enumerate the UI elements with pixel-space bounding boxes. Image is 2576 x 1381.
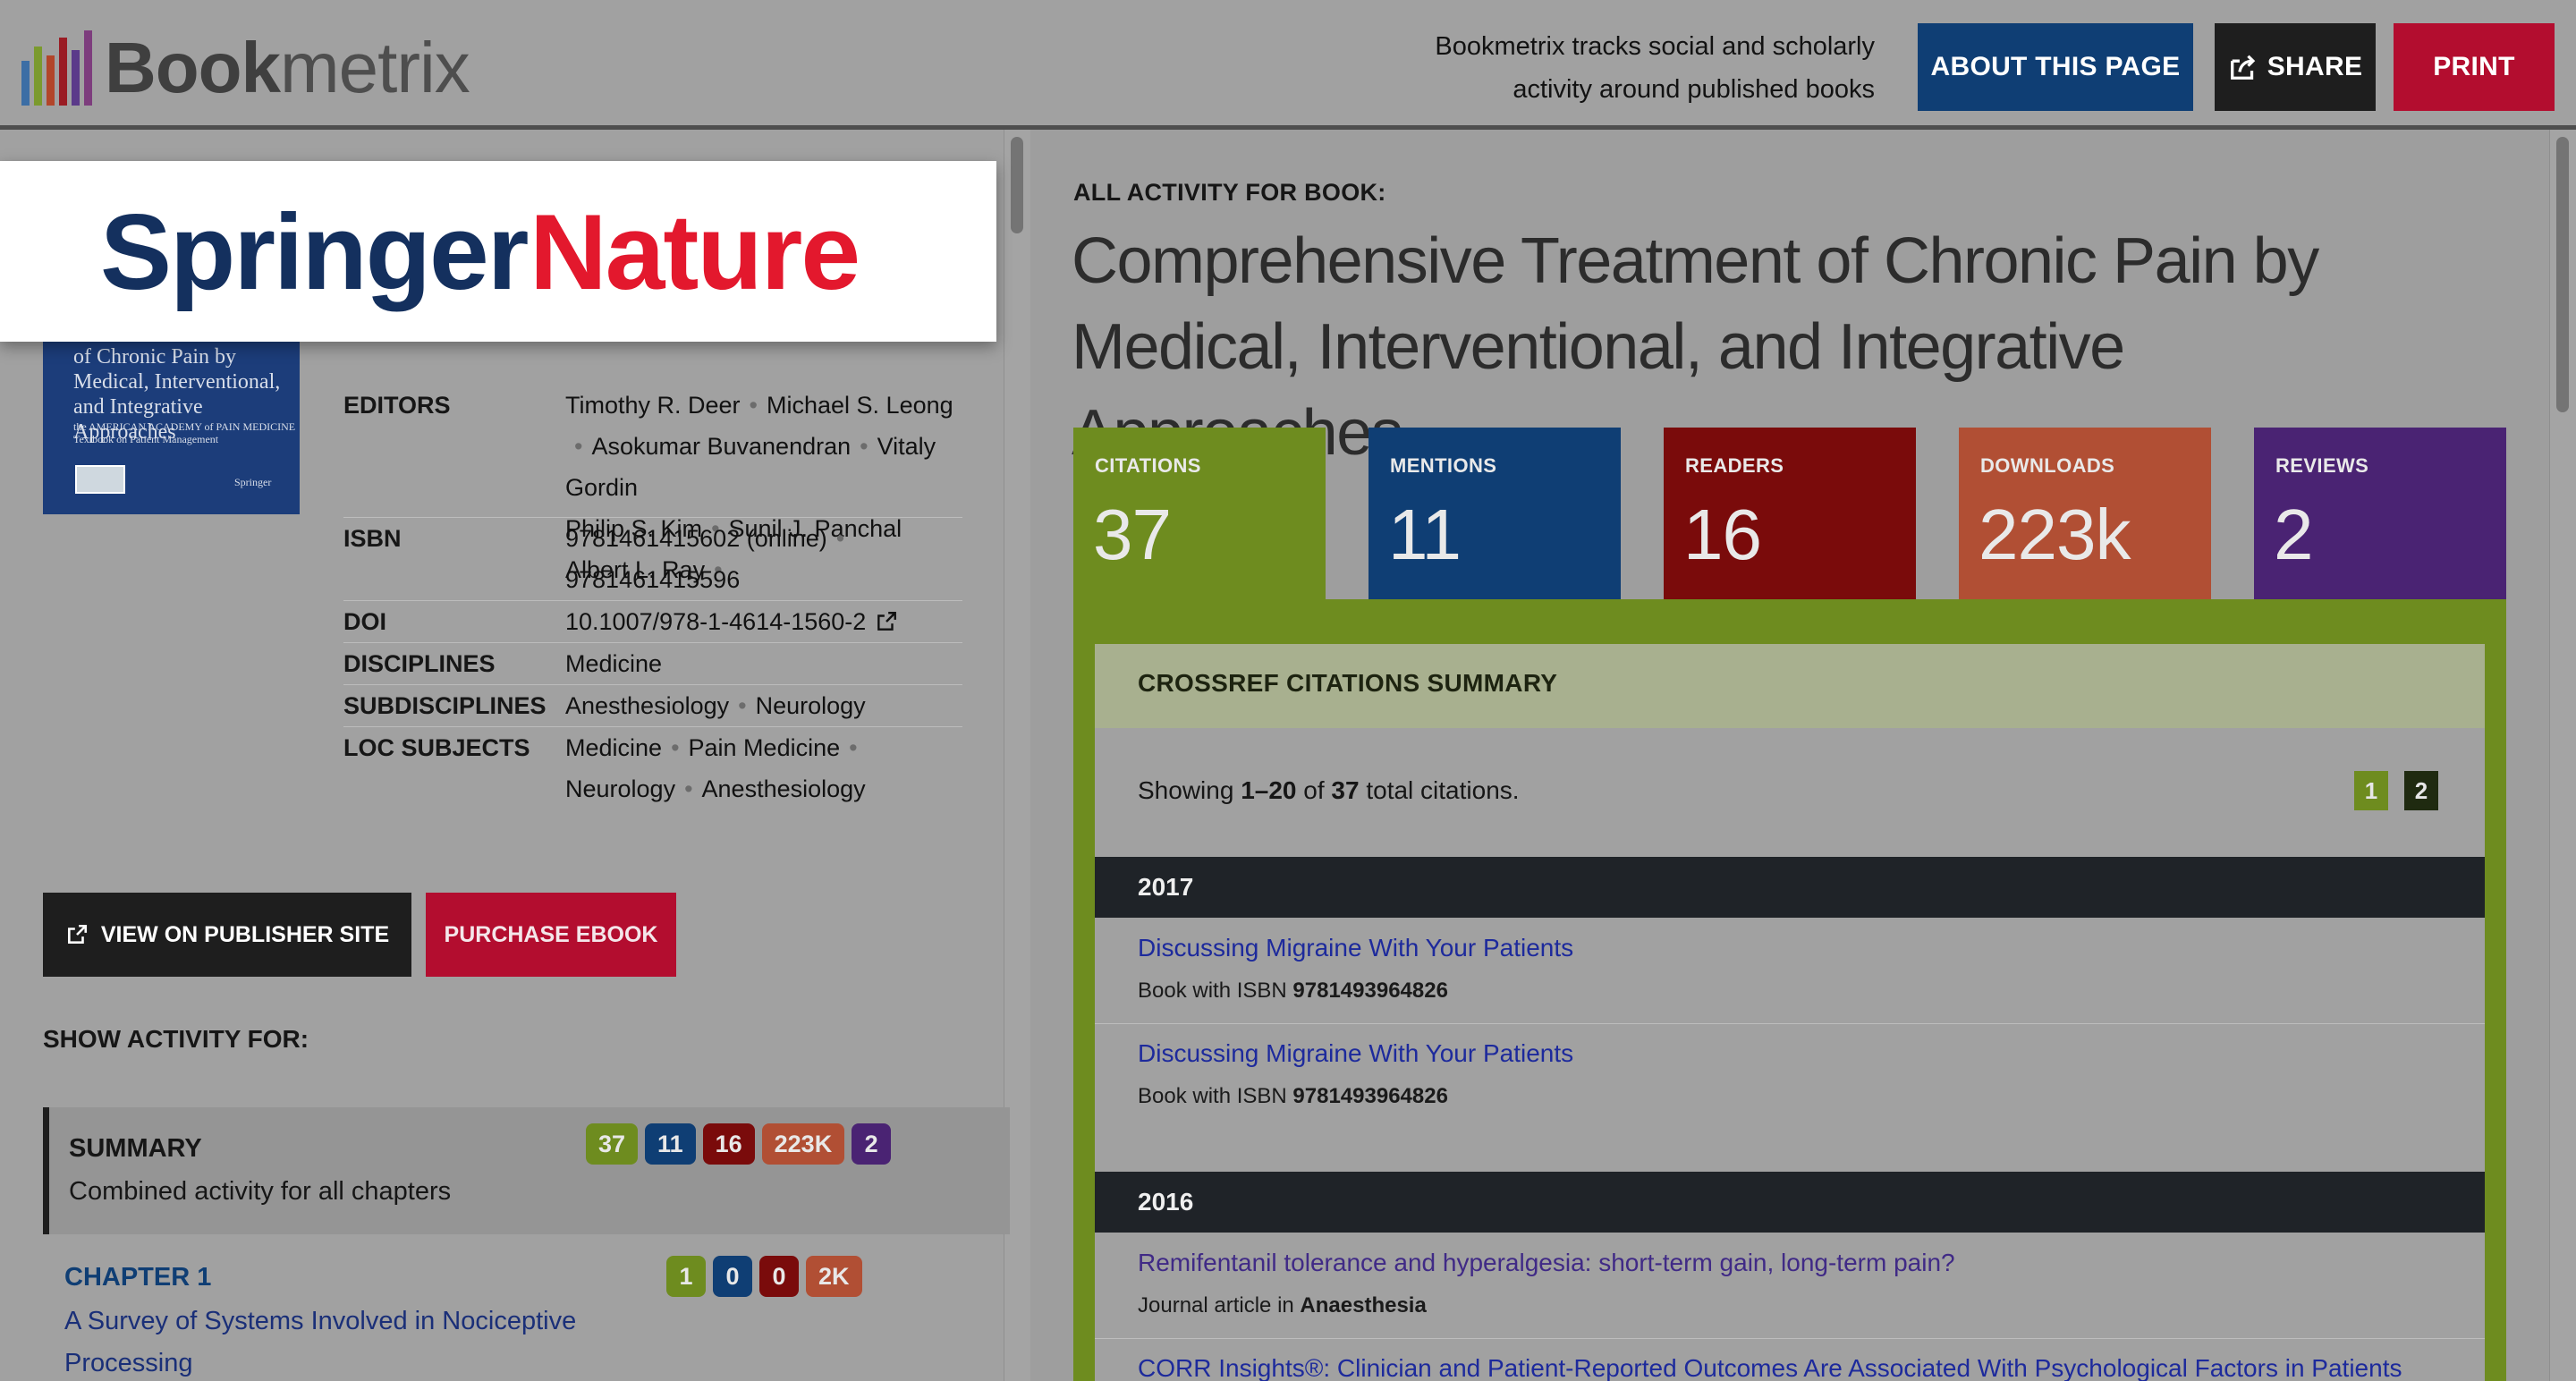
chapter-1-item[interactable]: CHAPTER 1 A Survey of Systems Involved i… xyxy=(43,1243,1004,1381)
citations-summary-header: CROSSREF CITATIONS SUMMARY xyxy=(1095,644,2485,728)
loc-subjects-label: LOC SUBJECTS xyxy=(343,734,530,761)
reviews-count-chip: 2 xyxy=(852,1123,892,1165)
citation-item: Discussing Migraine With Your Patients B… xyxy=(1095,1023,2485,1129)
stat-label: CITATIONS xyxy=(1095,454,1201,477)
stat-mentions[interactable]: MENTIONS 11 xyxy=(1368,428,1621,599)
page-1-button[interactable]: 1 xyxy=(2354,771,2388,810)
citations-count-chip: 1 xyxy=(666,1256,706,1297)
activity-summary-item[interactable]: SUMMARY Combined activity for all chapte… xyxy=(43,1107,1010,1234)
subdisciplines-row: SUBDISCIPLINES Anesthesiology • Neurology xyxy=(343,685,962,727)
stat-value: 223k xyxy=(1979,495,2131,574)
show-activity-heading: SHOW ACTIVITY FOR: xyxy=(43,1025,309,1053)
summary-desc: Combined activity for all chapters xyxy=(69,1177,452,1206)
stat-value: 11 xyxy=(1388,495,1462,574)
summary-title: SUMMARY xyxy=(69,1134,202,1163)
citations-count-text: Showing 1–20 of 37 total citations. xyxy=(1138,776,1520,804)
mentions-count-chip: 0 xyxy=(713,1256,752,1297)
stat-label: MENTIONS xyxy=(1390,454,1497,477)
stat-readers[interactable]: READERS 16 xyxy=(1664,428,1916,599)
top-header: Bookmetrix Bookmetrix tracks social and … xyxy=(0,0,2576,130)
citations-count-chip: 37 xyxy=(586,1123,639,1165)
bookmetrix-page: Bookmetrix Bookmetrix tracks social and … xyxy=(0,0,2576,1381)
loc-subjects-value: Medicine • Pain Medicine • Neurology • Anesthe… xyxy=(565,734,866,802)
isbn-value: 9781461415602 (online) • 9781461415596 xyxy=(565,525,845,593)
year-header-2016: 2016 xyxy=(1095,1172,2485,1233)
right-scrollbar[interactable] xyxy=(2549,130,2576,1381)
downloads-count-chip: 2K xyxy=(806,1256,862,1297)
springer-nature-logo-banner: Springer Nature xyxy=(0,161,996,342)
chapter-1-title: CHAPTER 1 xyxy=(64,1263,212,1292)
right-scrollbar-thumb[interactable] xyxy=(2556,137,2569,412)
isbn-label: ISBN xyxy=(343,525,402,552)
book-metadata: EDITORS Timothy R. Deer • Michael S. Leong… xyxy=(343,385,962,809)
left-scrollbar-thumb[interactable] xyxy=(1011,137,1023,233)
logo-bars-icon xyxy=(21,30,92,106)
stat-value: 16 xyxy=(1683,495,1762,574)
subdisciplines-value: Anesthesiology • Neurology xyxy=(565,692,866,719)
external-link-icon xyxy=(877,612,897,631)
citation-source: Journal article in Anaesthesia xyxy=(1138,1293,1427,1317)
isbn-row: ISBN 9781461415602 (online) • 978146141559… xyxy=(343,518,962,601)
all-activity-eyebrow: ALL ACTIVITY FOR BOOK: xyxy=(1073,179,1386,206)
external-link-icon xyxy=(67,924,87,944)
citation-item: Remifentanil tolerance and hyperalgesia:… xyxy=(1095,1233,2485,1339)
purchase-ebook-button[interactable]: PURCHASE EBOOK xyxy=(426,893,676,977)
downloads-count-chip: 223K xyxy=(761,1123,845,1165)
print-button[interactable]: PRINT xyxy=(2394,23,2555,111)
doi-link[interactable]: 10.1007/978-1-4614-1560-2 xyxy=(565,601,962,642)
loc-subjects-row: LOC SUBJECTS Medicine • Pain Medicine • Neur… xyxy=(343,727,962,809)
stat-value: 37 xyxy=(1093,495,1172,574)
doi-label: DOI xyxy=(343,608,387,635)
cover-subtitle: the AMERICAN ACADEMY of PAIN MEDICINE Te… xyxy=(73,420,296,445)
year-header-2017: 2017 xyxy=(1095,857,2485,918)
chapter-1-chips: 1 0 0 2K xyxy=(666,1256,862,1297)
disciplines-row: DISCIPLINES Medicine xyxy=(343,643,962,685)
nature-wordmark: Nature xyxy=(530,192,860,312)
stat-citations[interactable]: CITATIONS 37 xyxy=(1073,428,1326,599)
chapter-1-desc: A Survey of Systems Involved in Nocicept… xyxy=(64,1307,577,1377)
tagline: Bookmetrix tracks social and scholarly a… xyxy=(1435,32,1875,104)
citation-item: Discussing Migraine With Your Patients B… xyxy=(1095,918,2485,1024)
stat-label: REVIEWS xyxy=(2275,454,2369,477)
page-2-button[interactable]: 2 xyxy=(2404,771,2438,810)
readers-count-chip: 16 xyxy=(702,1123,755,1165)
citation-link[interactable]: Discussing Migraine With Your Patients xyxy=(1138,1039,1573,1068)
editors-label: EDITORS xyxy=(343,392,451,419)
citation-source: Book with ISBN 9781493964826 xyxy=(1138,1084,1448,1108)
citation-item: CORR Insights®: Clinician and Patient-Re… xyxy=(1095,1338,2485,1381)
citations-summary-heading: CROSSREF CITATIONS SUMMARY xyxy=(1138,669,1558,697)
view-on-publisher-site-button[interactable]: VIEW ON PUBLISHER SITE xyxy=(43,893,411,977)
about-this-page-button[interactable]: ABOUT THIS PAGE xyxy=(1918,23,2193,111)
doi-row: DOI 10.1007/978-1-4614-1560-2 xyxy=(343,601,962,643)
cover-publisher: Springer xyxy=(234,476,272,488)
readers-count-chip: 0 xyxy=(759,1256,799,1297)
citations-pagination: 1 2 xyxy=(2354,771,2438,810)
stat-label: DOWNLOADS xyxy=(1980,454,2115,477)
disciplines-value: Medicine xyxy=(565,650,663,677)
editors-value: Timothy R. Deer • Michael S. Leong • Asokum… xyxy=(565,392,953,583)
cover-seal-icon xyxy=(75,465,125,494)
stat-value: 2 xyxy=(2274,495,2313,574)
stat-label: READERS xyxy=(1685,454,1784,477)
crossref-citations-panel: CROSSREF CITATIONS SUMMARY Showing 1–20 … xyxy=(1095,644,2485,1381)
summary-chips: 37 11 16 223K 2 xyxy=(586,1123,892,1165)
springer-wordmark: Springer xyxy=(100,192,529,312)
share-button[interactable]: SHARE xyxy=(2215,23,2376,111)
stat-downloads[interactable]: DOWNLOADS 223k xyxy=(1959,428,2211,599)
share-icon xyxy=(2230,55,2255,80)
logo-wordmark: Bookmetrix xyxy=(105,28,470,107)
subdisciplines-label: SUBDISCIPLINES xyxy=(343,692,547,719)
stat-reviews[interactable]: REVIEWS 2 xyxy=(2254,428,2506,599)
disciplines-label: DISCIPLINES xyxy=(343,650,496,677)
editors-row: EDITORS Timothy R. Deer • Michael S. Leong… xyxy=(343,385,962,583)
citation-link[interactable]: CORR Insights®: Clinician and Patient-Re… xyxy=(1138,1354,2402,1381)
bookmetrix-logo[interactable]: Bookmetrix xyxy=(21,25,470,106)
citation-link[interactable]: Discussing Migraine With Your Patients xyxy=(1138,934,1573,962)
citation-link[interactable]: Remifentanil tolerance and hyperalgesia:… xyxy=(1138,1249,1955,1277)
mentions-count-chip: 11 xyxy=(645,1123,696,1165)
citation-source: Book with ISBN 9781493964826 xyxy=(1138,979,1448,1003)
